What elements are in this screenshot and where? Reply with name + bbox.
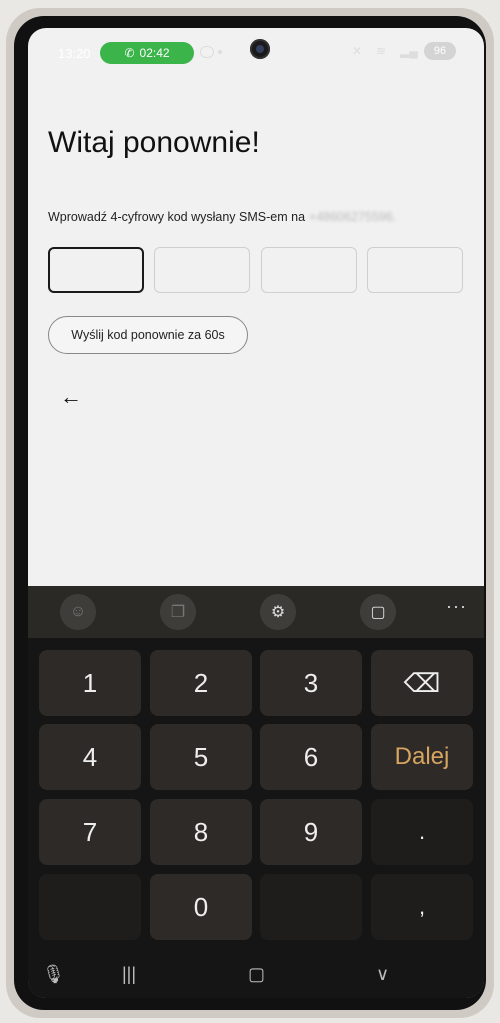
key-3[interactable]: 3 [260, 650, 362, 716]
code-digit-4[interactable] [367, 247, 463, 293]
microphone-icon[interactable]: 🎙 [42, 964, 65, 985]
key-4[interactable]: 4 [39, 724, 141, 790]
key-empty-right [260, 874, 362, 940]
mute-icon: ✕ [352, 44, 363, 58]
key-8[interactable]: 8 [150, 799, 252, 865]
sms-instruction: Wprowadź 4-cyfrowy kod wysłany SMS-em na… [48, 210, 396, 224]
code-digit-1[interactable] [48, 247, 144, 293]
keyboard-toolbar: ☺ ❐ ⚙ ▢ ··· [28, 586, 484, 638]
battery-indicator: 96 [424, 42, 456, 60]
hide-keyboard-icon[interactable]: ∨ [376, 964, 389, 985]
key-5[interactable]: 5 [150, 724, 252, 790]
page-title: Witaj ponownie! [48, 126, 260, 159]
key-comma[interactable]: , [371, 874, 473, 940]
screen: 13:20 ✆ 02:42 ✕ ≋ ▂▄ 96 Witaj ponownie! … [28, 28, 484, 998]
settings-icon[interactable]: ⚙ [260, 594, 296, 630]
call-duration: 02:42 [139, 46, 170, 60]
recent-apps-icon[interactable]: ||| [122, 964, 136, 985]
signal-icon: ▂▄ [400, 44, 418, 58]
code-digit-3[interactable] [261, 247, 357, 293]
phone-icon: ✆ [124, 46, 135, 60]
backspace-icon[interactable]: ⌫ [371, 650, 473, 716]
ongoing-call-pill[interactable]: ✆ 02:42 [100, 42, 194, 64]
status-time: 13:20 [58, 46, 91, 61]
more-icon[interactable]: ··· [446, 596, 467, 617]
back-arrow-icon[interactable]: ← [60, 384, 82, 410]
key-0[interactable]: 0 [150, 874, 252, 940]
notification-dot-icon [218, 50, 222, 54]
sticker-icon[interactable]: ❐ [160, 594, 196, 630]
status-bar: 13:20 ✆ 02:42 ✕ ≋ ▂▄ 96 [28, 28, 484, 76]
notification-icon [200, 46, 214, 58]
home-icon[interactable]: ▢ [248, 964, 265, 985]
key-9[interactable]: 9 [260, 799, 362, 865]
key-2[interactable]: 2 [150, 650, 252, 716]
key-empty-left [39, 874, 141, 940]
phone-number: +48606275596. [309, 210, 397, 224]
clipboard-icon[interactable]: ▢ [360, 594, 396, 630]
key-7[interactable]: 7 [39, 799, 141, 865]
front-camera [250, 39, 270, 59]
instruction-text: Wprowadź 4-cyfrowy kod wysłany SMS-em na [48, 210, 306, 224]
code-digit-2[interactable] [154, 247, 250, 293]
wifi-icon: ≋ [376, 44, 387, 58]
key-6[interactable]: 6 [260, 724, 362, 790]
next-key[interactable]: Dalej [371, 724, 473, 790]
navigation-bar: 🎙 ||| ▢ ∨ [28, 954, 484, 998]
key-1[interactable]: 1 [39, 650, 141, 716]
key-period[interactable]: . [371, 799, 473, 865]
emoji-icon[interactable]: ☺ [60, 594, 96, 630]
resend-code-button[interactable]: Wyślij kod ponownie za 60s [48, 316, 248, 354]
numeric-keyboard: ☺ ❐ ⚙ ▢ ··· 1 2 3 ⌫ 4 5 6 Dalej 7 8 9 . … [28, 586, 484, 998]
